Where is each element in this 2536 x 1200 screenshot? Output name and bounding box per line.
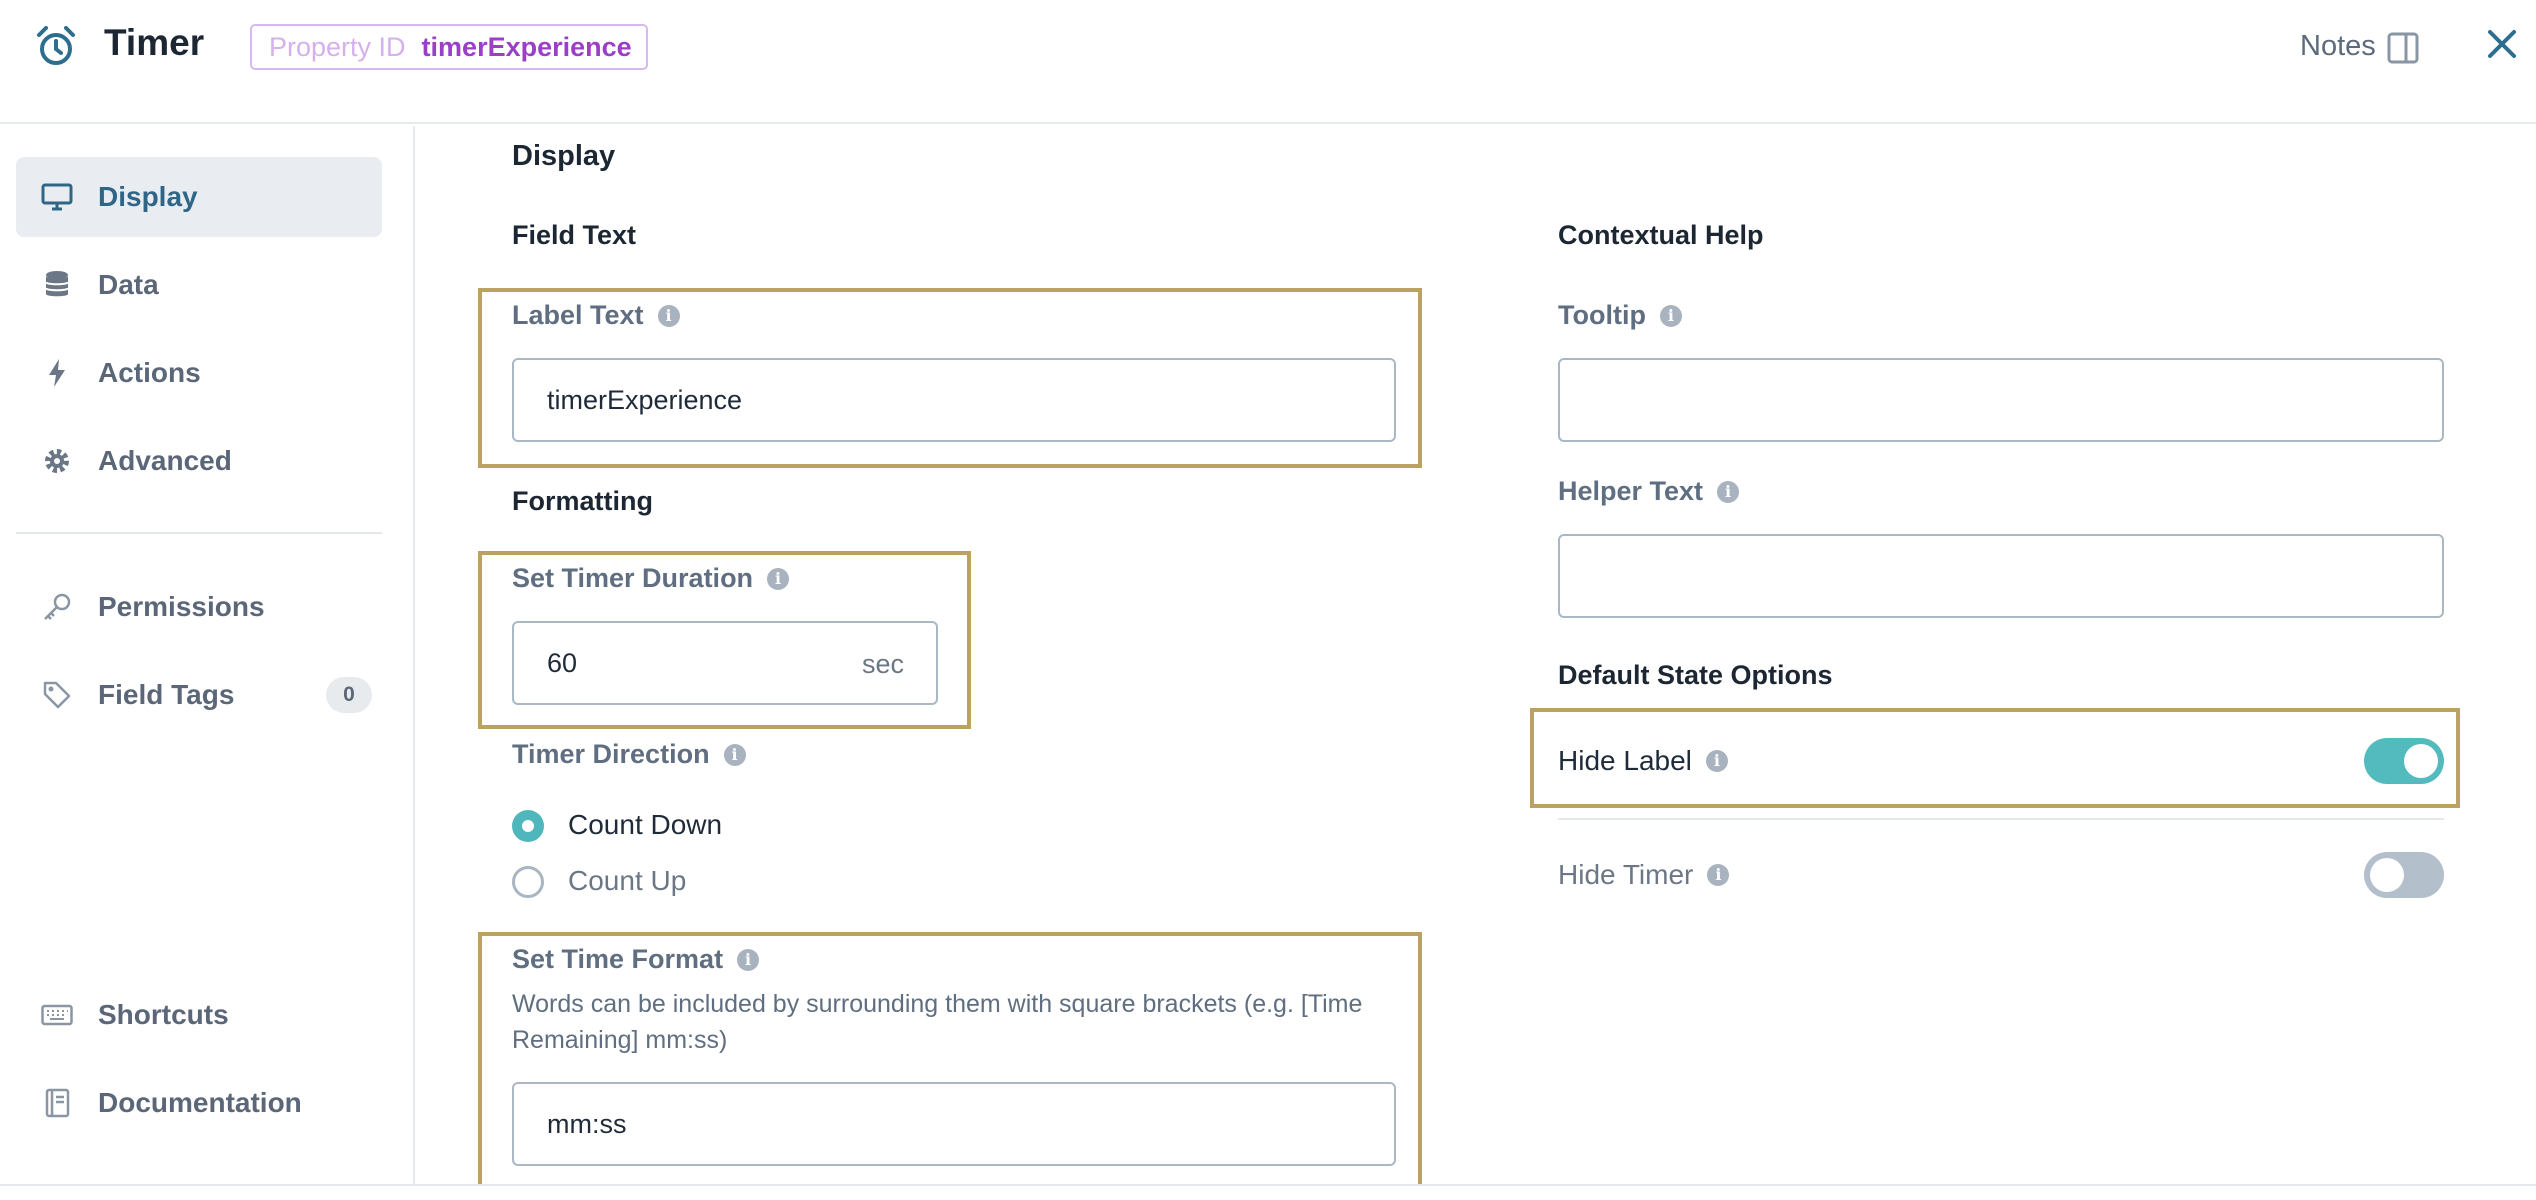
property-id-label: Property ID bbox=[269, 31, 406, 62]
time-format-label: Set Time Format i bbox=[512, 944, 760, 975]
property-id-value: timerExperience bbox=[421, 31, 632, 62]
sidebar: Display Data Actions Advanced Permission… bbox=[0, 126, 415, 1186]
info-icon[interactable]: i bbox=[767, 567, 790, 590]
alarm-clock-icon bbox=[37, 26, 75, 65]
info-icon[interactable]: i bbox=[723, 743, 746, 766]
formatting-heading: Formatting bbox=[512, 486, 653, 516]
count-down-radio[interactable] bbox=[512, 810, 544, 842]
toggle-knob bbox=[2404, 744, 2438, 778]
gear-icon bbox=[40, 444, 74, 478]
toggle-knob bbox=[2370, 858, 2404, 892]
timer-direction-label-text: Timer Direction bbox=[512, 739, 710, 769]
sidebar-item-label: Field Tags bbox=[98, 679, 235, 710]
option-divider bbox=[1558, 818, 2444, 820]
sidebar-item-label: Advanced bbox=[98, 445, 232, 476]
hide-timer-toggle[interactable] bbox=[2364, 852, 2444, 898]
timer-duration-unit: sec bbox=[861, 649, 904, 679]
count-down-label[interactable]: Count Down bbox=[568, 809, 722, 841]
field-text-heading: Field Text bbox=[512, 220, 637, 250]
main-content: Display Field Text Label Text i timerExp… bbox=[417, 126, 2536, 1186]
helper-text-label-text: Helper Text bbox=[1558, 476, 1704, 506]
hide-label-toggle[interactable] bbox=[2364, 738, 2444, 784]
monitor-icon bbox=[40, 180, 74, 214]
panel-title: Timer bbox=[104, 22, 205, 63]
timer-duration-input[interactable]: 60 sec bbox=[512, 621, 938, 705]
label-text-label-text: Label Text bbox=[512, 300, 644, 330]
lightning-icon bbox=[40, 356, 74, 390]
tooltip-label: Tooltip i bbox=[1558, 300, 1682, 331]
sidebar-item-shortcuts[interactable]: Shortcuts bbox=[16, 975, 382, 1055]
info-icon[interactable]: i bbox=[1659, 304, 1682, 327]
key-icon bbox=[40, 590, 74, 624]
keyboard-icon bbox=[40, 998, 74, 1032]
panel-header: Timer Property ID timerExperience Notes bbox=[0, 0, 2536, 124]
time-format-label-text: Set Time Format bbox=[512, 944, 724, 974]
time-format-help-line-1: Words can be included by surrounding the… bbox=[512, 990, 1363, 1018]
sidebar-item-documentation[interactable]: Documentation bbox=[16, 1063, 382, 1143]
hide-label-label: Hide Label i bbox=[1558, 745, 1728, 777]
time-format-input[interactable]: mm:ss bbox=[512, 1082, 1396, 1166]
database-icon bbox=[40, 268, 74, 302]
sidebar-item-label: Shortcuts bbox=[98, 999, 229, 1030]
info-icon[interactable]: i bbox=[737, 948, 760, 971]
info-icon[interactable]: i bbox=[1707, 864, 1730, 886]
sidebar-item-display[interactable]: Display bbox=[16, 157, 382, 237]
side-panel-icon[interactable] bbox=[2387, 32, 2419, 64]
sidebar-item-label: Display bbox=[98, 181, 198, 212]
panel-bottom-border bbox=[0, 1184, 2536, 1186]
helper-text-label: Helper Text i bbox=[1558, 476, 1740, 507]
sidebar-item-actions[interactable]: Actions bbox=[16, 333, 382, 413]
sidebar-item-label: Data bbox=[98, 269, 159, 300]
sidebar-item-field-tags[interactable]: Field Tags 0 bbox=[16, 655, 382, 735]
timer-duration-label: Set Timer Duration i bbox=[512, 563, 790, 594]
tag-icon bbox=[40, 678, 74, 712]
helper-text-input[interactable] bbox=[1558, 534, 2444, 618]
sidebar-item-label: Actions bbox=[98, 357, 201, 388]
book-icon bbox=[40, 1086, 74, 1120]
info-icon[interactable]: i bbox=[1705, 750, 1728, 772]
label-text-label: Label Text i bbox=[512, 300, 680, 331]
display-section-title: Display bbox=[512, 140, 616, 172]
close-icon[interactable] bbox=[2484, 26, 2520, 62]
hide-timer-label: Hide Timer i bbox=[1558, 859, 1730, 891]
timer-direction-label: Timer Direction i bbox=[512, 739, 746, 770]
sidebar-item-advanced[interactable]: Advanced bbox=[16, 421, 382, 501]
contextual-help-heading: Contextual Help bbox=[1558, 220, 1764, 250]
sidebar-item-permissions[interactable]: Permissions bbox=[16, 567, 382, 647]
hide-label-label-text: Hide Label bbox=[1558, 745, 1692, 776]
hide-timer-label-text: Hide Timer bbox=[1558, 859, 1694, 890]
timer-duration-label-text: Set Timer Duration bbox=[512, 563, 754, 593]
notes-button[interactable]: Notes bbox=[2300, 30, 2376, 63]
property-id-badge[interactable]: Property ID timerExperience bbox=[250, 24, 648, 70]
sidebar-divider bbox=[16, 532, 382, 534]
count-up-label[interactable]: Count Up bbox=[568, 865, 686, 897]
count-up-radio[interactable] bbox=[512, 866, 544, 898]
tooltip-label-text: Tooltip bbox=[1558, 300, 1646, 330]
field-tags-count-badge: 0 bbox=[326, 677, 372, 713]
info-icon[interactable]: i bbox=[657, 304, 680, 327]
timer-duration-value: 60 bbox=[547, 647, 578, 678]
tooltip-input[interactable] bbox=[1558, 358, 2444, 442]
info-icon[interactable]: i bbox=[1717, 480, 1740, 503]
sidebar-item-label: Documentation bbox=[98, 1087, 302, 1118]
sidebar-item-data[interactable]: Data bbox=[16, 245, 382, 325]
sidebar-item-label: Permissions bbox=[98, 591, 265, 622]
label-text-input[interactable]: timerExperience bbox=[512, 358, 1396, 442]
time-format-help-line-2: Remaining] mm:ss) bbox=[512, 1026, 728, 1054]
default-state-heading: Default State Options bbox=[1558, 660, 1833, 690]
